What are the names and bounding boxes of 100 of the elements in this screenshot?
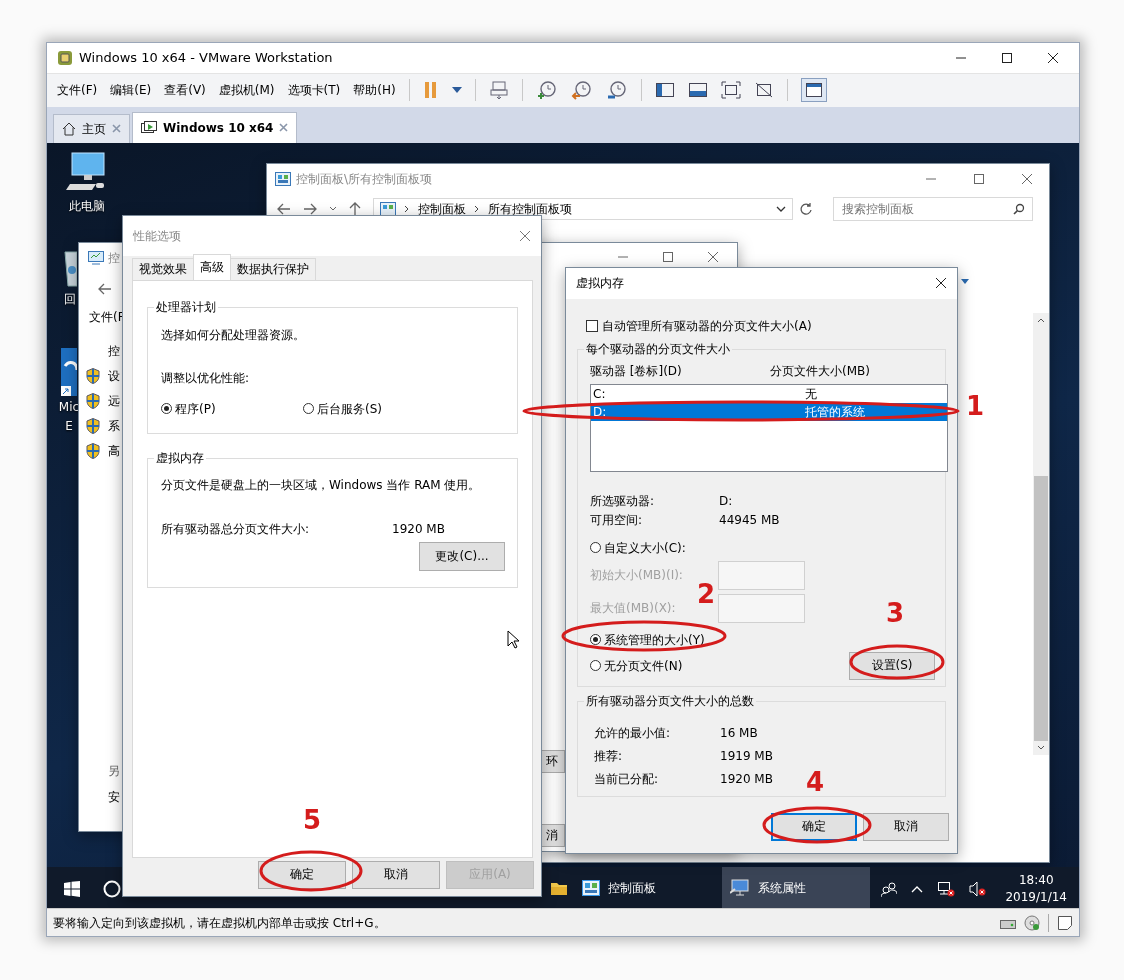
tab-label[interactable]: 主页 <box>82 120 106 137</box>
label: 可用空间: <box>590 511 644 528</box>
folder-icon[interactable] <box>550 880 568 897</box>
caret-icon[interactable] <box>451 87 462 94</box>
label: 所选驱动器: <box>590 492 656 509</box>
taskbar-item-label[interactable]: 控制面板 <box>608 880 656 897</box>
people-icon[interactable] <box>881 881 898 898</box>
radio-label[interactable]: 程序(P) <box>175 400 216 417</box>
desktop-icon-label: Mic <box>58 399 80 415</box>
group-title: 虚拟内存 <box>154 450 206 466</box>
windows-logo-icon[interactable] <box>64 881 80 898</box>
cd-drive-icon[interactable] <box>1024 914 1040 931</box>
checkbox[interactable] <box>586 319 598 332</box>
radio-button[interactable] <box>590 542 601 554</box>
radio-button[interactable] <box>590 660 601 672</box>
link[interactable]: 安 <box>108 788 120 805</box>
checkbox-label[interactable]: 自动管理所有驱动器的分页文件大小(A) <box>602 317 812 334</box>
menu-item[interactable]: 虚拟机(M) <box>218 82 275 99</box>
value-text: 44945 MB <box>719 511 780 528</box>
link[interactable]: 高 <box>108 442 120 459</box>
search-circle-icon[interactable] <box>103 880 121 899</box>
button[interactable]: 取消 <box>352 860 440 889</box>
scroll-down-icon[interactable] <box>1037 744 1045 750</box>
back-arrow-icon[interactable] <box>98 282 112 295</box>
radio-button[interactable] <box>303 403 314 415</box>
link[interactable]: 控 <box>108 342 120 359</box>
monitor-icon <box>88 250 104 265</box>
link[interactable]: 设 <box>108 367 120 384</box>
taskbar-item-label[interactable]: 系统属性 <box>758 880 806 897</box>
field-label: 最大值(MB)(X): <box>590 600 676 617</box>
search-field[interactable]: 搜索控制面板 <box>833 196 1033 221</box>
breadcrumb-item[interactable]: 所有控制面板项 <box>488 200 572 217</box>
window-title: Windows 10 x64 - VMware Workstation <box>79 49 333 66</box>
refresh-icon[interactable] <box>799 201 813 216</box>
breadcrumb-item[interactable]: 控制面板 <box>418 200 466 217</box>
menu-item[interactable]: 选项卡(T) <box>287 82 341 99</box>
tab[interactable]: Windows 10 x64 <box>132 111 298 143</box>
up-arrow-icon[interactable] <box>349 201 361 216</box>
scrollbar[interactable] <box>1033 312 1049 755</box>
clock-date[interactable]: 2019/1/14 <box>1005 889 1067 907</box>
maximize-icon[interactable] <box>1001 51 1013 64</box>
desktop-icon-label: 此电脑 <box>69 198 105 214</box>
radio-button[interactable] <box>590 634 601 646</box>
status-text: 要将输入定向到该虚拟机，请在虚拟机内部单击或按 Ctrl+G。 <box>53 914 386 931</box>
dropdown-caret-icon[interactable] <box>776 205 786 212</box>
tab-label[interactable]: Windows 10 x64 <box>163 119 274 136</box>
clock-time[interactable]: 18:40 <box>1018 872 1054 890</box>
link[interactable]: 远 <box>108 392 120 409</box>
message-icon[interactable] <box>1057 914 1073 931</box>
button[interactable]: 取消 <box>863 812 949 841</box>
menu-item[interactable]: 文件(F) <box>57 82 98 99</box>
search-icon[interactable] <box>1013 202 1025 215</box>
tab[interactable]: 数据执行保护 <box>230 257 316 280</box>
scroll-up-icon[interactable] <box>1037 317 1045 323</box>
tab[interactable]: 高级 <box>193 253 231 280</box>
button[interactable]: 确定 <box>771 812 857 841</box>
radio-label[interactable]: 自定义大小(C): <box>604 539 686 556</box>
menu-item[interactable]: 编辑(E) <box>110 82 152 99</box>
network-error-icon[interactable] <box>937 881 956 898</box>
window-title: 控制面板\所有控制面板项 <box>296 170 433 187</box>
chevron-up-icon[interactable] <box>911 885 924 894</box>
menu-item[interactable]: 查看(V) <box>164 82 206 99</box>
browser-shortcut-icon[interactable] <box>61 347 77 396</box>
speaker-muted-icon[interactable] <box>969 881 988 898</box>
dropdown-caret-icon[interactable] <box>961 278 969 284</box>
keyboard-send-icon[interactable] <box>488 80 509 101</box>
unity-view-icon[interactable] <box>753 81 774 100</box>
back-arrow-icon[interactable] <box>277 202 291 215</box>
maximize-icon[interactable] <box>662 250 674 263</box>
forward-arrow-icon[interactable] <box>303 202 317 215</box>
button[interactable]: 消 <box>542 823 565 847</box>
menu-item[interactable]: 帮助(H) <box>353 82 396 99</box>
annotation-number: 1 <box>966 392 985 420</box>
close-icon[interactable] <box>935 277 947 290</box>
taskbar-item[interactable]: 系统属性 <box>722 866 870 909</box>
tab[interactable]: 视觉效果 <box>132 257 194 280</box>
sidebar-view-icon[interactable] <box>654 81 675 100</box>
snapshot-revert-icon[interactable] <box>570 80 593 101</box>
button[interactable]: 确定 <box>258 860 346 889</box>
radio-label[interactable]: 后台服务(S) <box>317 400 382 417</box>
console-view-icon[interactable] <box>687 81 708 100</box>
table-cell: 无 <box>805 385 817 402</box>
snapshot-icon[interactable] <box>535 80 558 101</box>
caret-icon[interactable] <box>329 205 337 212</box>
change-button[interactable]: 更改(C)... <box>419 541 505 571</box>
snapshot-manager-icon[interactable] <box>605 80 628 101</box>
list-row[interactable]: C: 无 <box>591 384 947 403</box>
library-view-icon[interactable] <box>800 78 827 103</box>
shield-icon <box>86 417 100 434</box>
radio-label[interactable]: 无分页文件(N) <box>604 657 683 674</box>
link[interactable]: 系 <box>108 417 120 434</box>
close-icon[interactable] <box>1047 51 1059 64</box>
annotation-number: 5 <box>303 806 322 834</box>
shield-icon <box>86 442 100 459</box>
description-text: 分页文件是硬盘上的一块区域，Windows 当作 RAM 使用。 <box>161 476 481 493</box>
button[interactable]: 环 <box>542 749 565 773</box>
tab[interactable]: 主页 <box>53 113 130 143</box>
fullscreen-icon[interactable] <box>720 81 741 100</box>
table-cell-text: C: <box>593 385 607 402</box>
radio-button[interactable] <box>161 403 172 415</box>
